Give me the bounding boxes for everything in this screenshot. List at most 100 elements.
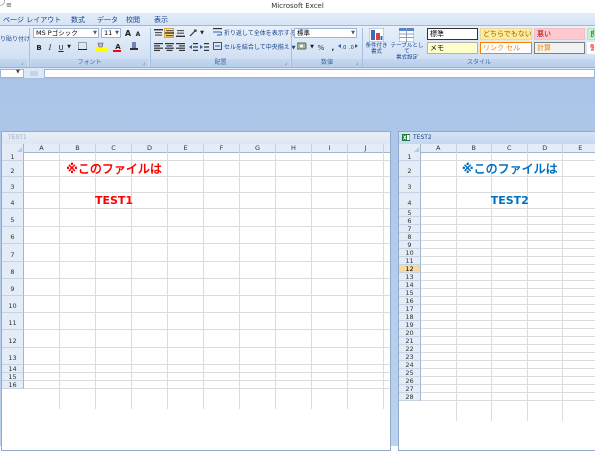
comma-style-button[interactable]: , — [328, 42, 338, 52]
shrink-font-button[interactable]: A — [133, 29, 143, 39]
row-header-12[interactable]: 12 — [2, 330, 24, 348]
alignment-launcher-icon[interactable]: ⌟ — [285, 60, 287, 66]
increase-decimal-button[interactable]: .0 — [338, 42, 347, 52]
fill-color-button[interactable] — [93, 42, 109, 52]
align-top-button[interactable] — [153, 28, 163, 38]
workbook-title-bar[interactable]: TEST2 — [399, 132, 595, 144]
row-header-5[interactable]: 5 — [2, 209, 24, 227]
chevron-down-icon[interactable]: ▼ — [16, 69, 20, 75]
cell-filename-text[interactable]: TEST2 — [421, 193, 595, 209]
cell-grid[interactable]: ※このファイルは TEST1 — [24, 153, 390, 409]
wrap-text-button[interactable]: 折り返して全体を表示する — [213, 28, 296, 38]
style-calculation[interactable]: 計算 — [534, 42, 585, 54]
font-size-box[interactable]: 11 ▼ — [101, 28, 121, 38]
align-right-button[interactable] — [175, 42, 185, 52]
row-header-20[interactable]: 20 — [399, 329, 421, 337]
row-header-26[interactable]: 26 — [399, 377, 421, 385]
column-header-a[interactable]: A — [421, 144, 457, 153]
row-header-7[interactable]: 7 — [399, 225, 421, 233]
align-middle-button[interactable] — [164, 28, 174, 38]
row-header-1[interactable]: 1 — [399, 153, 421, 161]
row-header-16[interactable]: 16 — [399, 297, 421, 305]
row-header-9[interactable]: 9 — [399, 241, 421, 249]
row-header-2[interactable]: 2 — [2, 161, 24, 177]
row-header-16[interactable]: 16 — [2, 381, 24, 389]
column-header-c[interactable]: C — [96, 144, 132, 153]
name-box[interactable] — [0, 69, 24, 78]
conditional-format-button[interactable]: 条件付き 書式 — [363, 43, 390, 55]
row-header-3[interactable]: 3 — [2, 177, 24, 193]
italic-button[interactable]: I — [45, 42, 55, 52]
cell-grid[interactable]: ※このファイルは TEST2 — [421, 153, 595, 421]
row-header-12[interactable]: 12 — [399, 265, 421, 273]
phonetic-button[interactable] — [128, 42, 140, 52]
row-header-8[interactable]: 8 — [2, 262, 24, 279]
row-header-27[interactable]: 27 — [399, 385, 421, 393]
workbook-window-test2[interactable]: TEST2 A B C D E 1 2 3 4 5 6 7 8 9 10 11 12 13 14 15 16 17 18 19… — [398, 131, 595, 451]
row-header-4[interactable]: 4 — [399, 193, 421, 209]
accounting-dropdown-icon[interactable]: ▼ — [309, 42, 315, 52]
style-note[interactable]: メモ — [427, 42, 478, 54]
workbook-window-test1[interactable]: TEST1 A B C D E F G H I J 1 2 3 4 5 6 7 8 9 10 11 12 13 14 15 16 ※… — [1, 131, 391, 451]
align-left-button[interactable] — [153, 42, 163, 52]
cell-heading-text[interactable]: ※このファイルは — [24, 161, 204, 177]
style-bad[interactable]: 悪い — [534, 28, 585, 40]
column-header-j[interactable]: J — [348, 144, 384, 153]
align-bottom-button[interactable] — [175, 28, 185, 38]
accounting-format-button[interactable] — [295, 42, 309, 52]
style-normal[interactable]: 標準 — [427, 28, 478, 40]
orientation-button[interactable] — [188, 28, 198, 38]
underline-dropdown-icon[interactable]: ▼ — [66, 42, 72, 52]
row-header-14[interactable]: 14 — [399, 281, 421, 289]
column-header-b[interactable]: B — [457, 144, 492, 153]
row-header-28[interactable]: 28 — [399, 393, 421, 401]
font-name-box[interactable]: MS Pゴシック ▼ — [33, 28, 99, 38]
select-all-corner[interactable] — [2, 144, 24, 153]
column-header-e[interactable]: E — [563, 144, 595, 153]
font-launcher-icon[interactable]: ⌟ — [143, 60, 145, 66]
tab-review[interactable]: 校閲 — [126, 15, 140, 25]
column-header-e[interactable]: E — [168, 144, 204, 153]
row-header-1[interactable]: 1 — [2, 153, 24, 161]
row-header-9[interactable]: 9 — [2, 279, 24, 296]
row-header-22[interactable]: 22 — [399, 345, 421, 353]
merge-center-button[interactable]: セルを結合して中央揃え ▼ — [213, 42, 296, 53]
column-header-i[interactable]: I — [312, 144, 348, 153]
increase-indent-button[interactable] — [199, 42, 209, 52]
row-header-25[interactable]: 25 — [399, 369, 421, 377]
underline-button[interactable]: U — [56, 42, 66, 52]
decrease-decimal-button[interactable]: .0 — [349, 42, 358, 52]
bold-button[interactable]: B — [34, 42, 44, 52]
row-header-18[interactable]: 18 — [399, 313, 421, 321]
borders-button[interactable] — [75, 42, 89, 52]
style-neutral[interactable]: どちらでもない — [480, 28, 532, 40]
cell-filename-text[interactable]: TEST1 — [24, 193, 204, 209]
row-header-17[interactable]: 17 — [399, 305, 421, 313]
row-header-3[interactable]: 3 — [399, 177, 421, 193]
row-header-10[interactable]: 10 — [399, 249, 421, 257]
row-header-2[interactable]: 2 — [399, 161, 421, 177]
row-header-6[interactable]: 6 — [399, 217, 421, 225]
decrease-indent-button[interactable] — [188, 42, 198, 52]
row-header-8[interactable]: 8 — [399, 233, 421, 241]
row-header-14[interactable]: 14 — [2, 365, 24, 373]
column-header-d[interactable]: D — [132, 144, 168, 153]
row-header-5[interactable]: 5 — [399, 209, 421, 217]
row-header-13[interactable]: 13 — [2, 348, 24, 365]
percent-style-button[interactable]: % — [316, 42, 326, 52]
tab-page-layout[interactable]: ペ一ジ レイアウト — [3, 15, 61, 25]
paste-label[interactable]: り貼り付け — [0, 35, 30, 44]
row-header-10[interactable]: 10 — [2, 296, 24, 313]
row-header-19[interactable]: 19 — [399, 321, 421, 329]
column-header-a[interactable]: A — [24, 144, 60, 153]
row-header-7[interactable]: 7 — [2, 244, 24, 262]
row-header-24[interactable]: 24 — [399, 361, 421, 369]
formula-input[interactable] — [44, 69, 595, 78]
column-header-h[interactable]: H — [276, 144, 312, 153]
row-header-11[interactable]: 11 — [2, 313, 24, 330]
column-header-b[interactable]: B — [60, 144, 96, 153]
row-header-23[interactable]: 23 — [399, 353, 421, 361]
clipboard-launcher-icon[interactable]: ⌟ — [21, 60, 23, 66]
number-launcher-icon[interactable]: ⌟ — [356, 60, 358, 66]
row-header-13[interactable]: 13 — [399, 273, 421, 281]
